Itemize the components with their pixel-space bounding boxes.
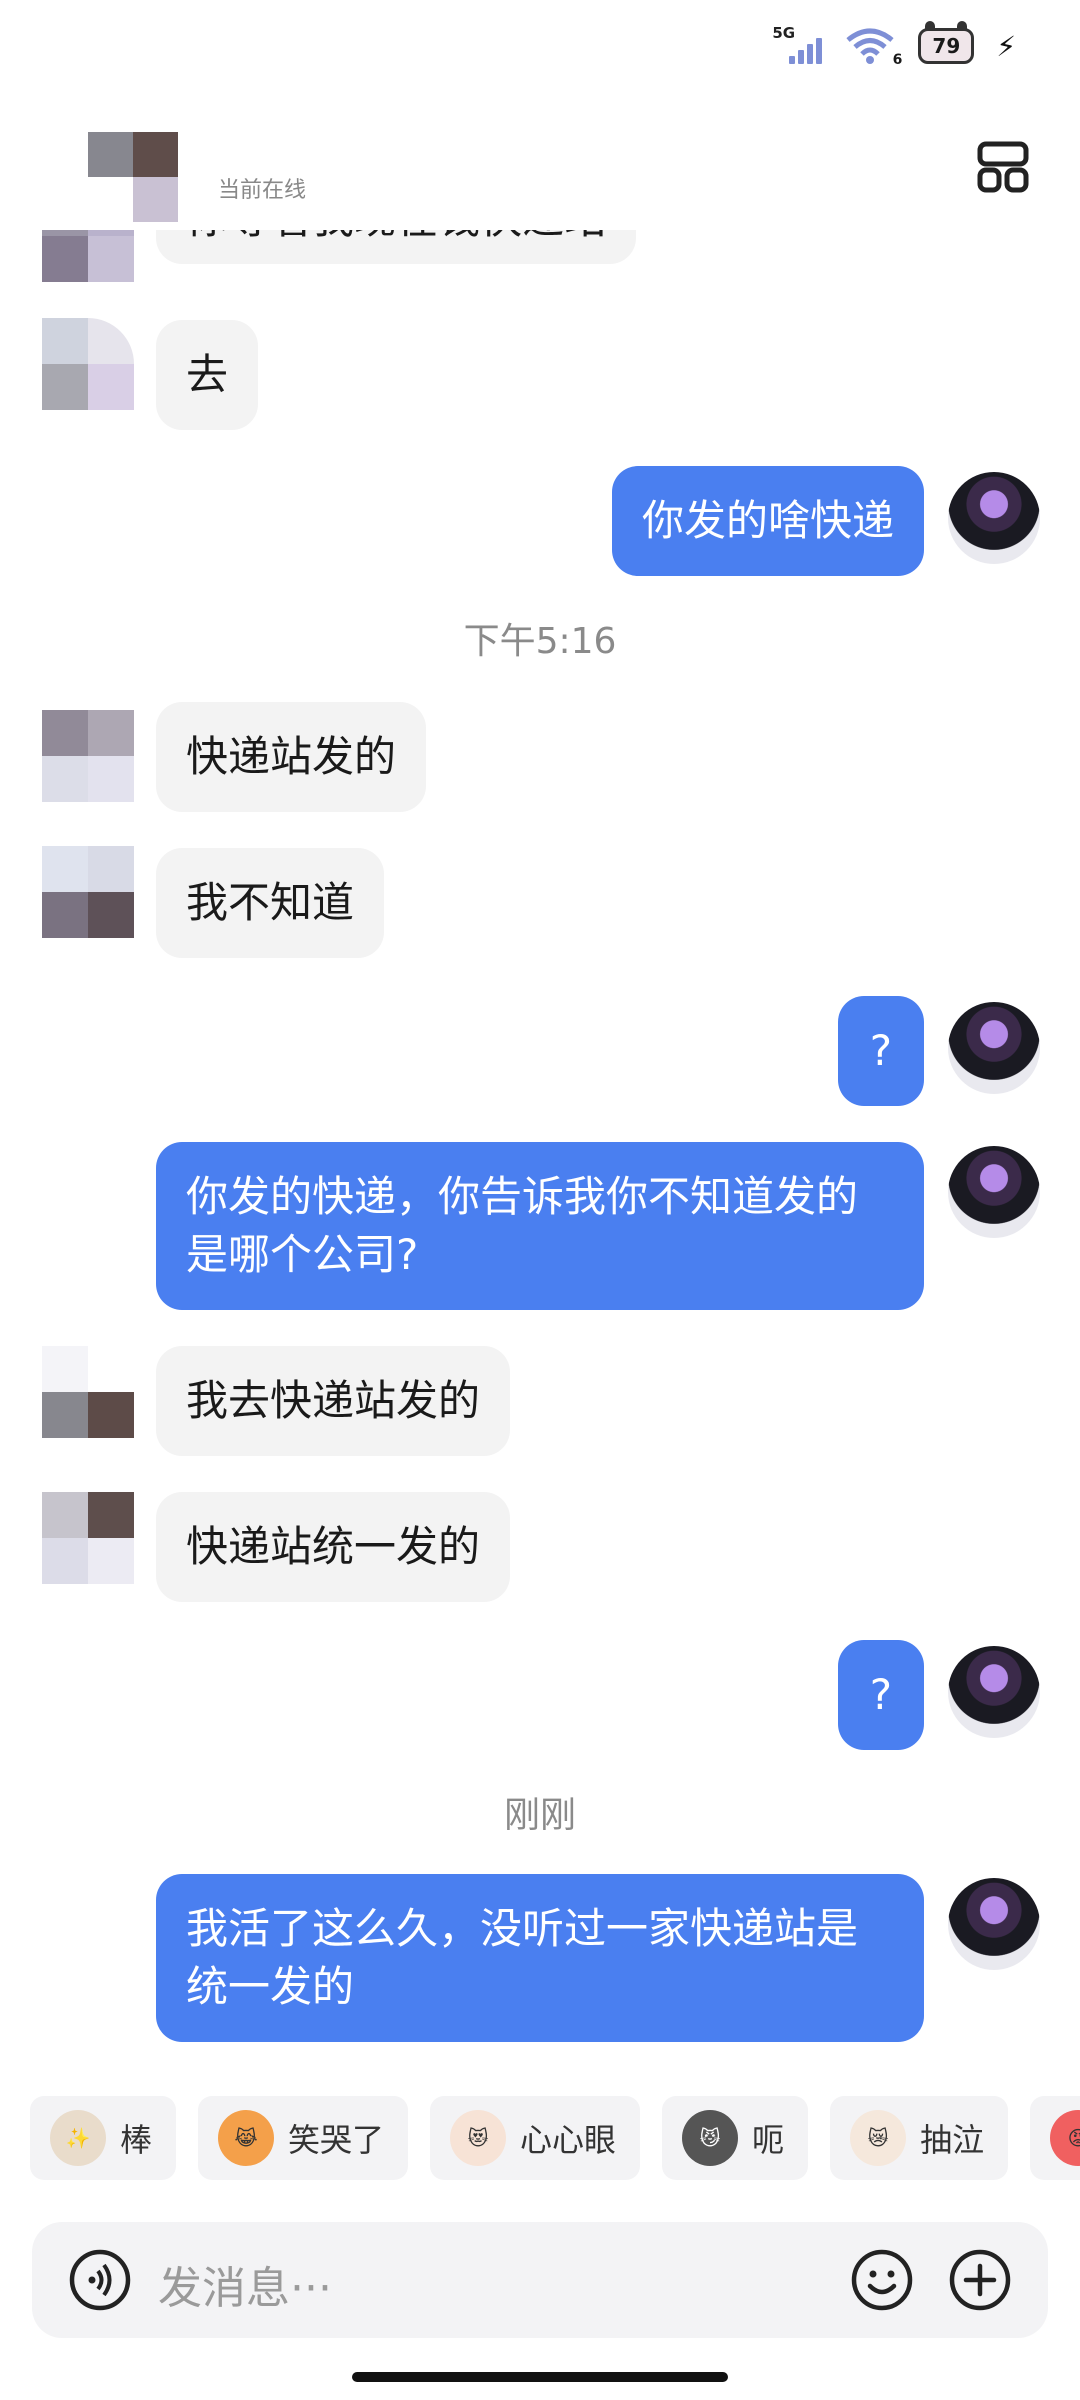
quick-reply-chip[interactable]: 😻 心心眼 [430, 2096, 641, 2180]
quick-reply-label: 心心眼 [520, 2121, 617, 2159]
timestamp: 下午5:16 [463, 621, 617, 662]
voice-input-icon[interactable] [68, 2248, 132, 2312]
quick-reply-chip[interactable]: 😡 [1030, 2096, 1080, 2180]
quick-reply-label: 棒 [120, 2121, 153, 2159]
message-bubble[interactable]: 我去快递站发的 [156, 1346, 511, 1456]
message-input-bar: 发消息··· [32, 2222, 1048, 2338]
message-bubble[interactable]: 你发的啥快递 [611, 466, 924, 576]
quick-reply-label: 呃 [752, 2121, 785, 2159]
my-avatar[interactable] [948, 1146, 1040, 1238]
my-avatar[interactable] [948, 1002, 1040, 1094]
message-list[interactable]: 你等着我现在钱快递站 去 你发的啥快递 下午5:16 快递站发的 我不知道 ? … [0, 0, 1080, 2090]
contact-avatar[interactable] [42, 1492, 134, 1584]
timestamp: 刚刚 [503, 1795, 576, 1836]
quick-reply-chip[interactable]: 😼 呃 [662, 2096, 809, 2180]
cat-heart-eyes-icon: 😻 [450, 2110, 507, 2166]
cat-awkward-icon: 😼 [682, 2110, 739, 2166]
cat-sob-icon: 😿 [850, 2110, 907, 2166]
quick-reply-chip[interactable]: ✨ 棒 [30, 2096, 177, 2180]
cat-sparkle-icon: ✨ [50, 2110, 106, 2166]
cat-laugh-cry-icon: 😹 [218, 2110, 275, 2166]
message-bubble[interactable]: 去 [156, 320, 259, 430]
message-input[interactable]: 发消息··· [158, 2252, 332, 2316]
quick-reply-chip[interactable]: 😹 笑哭了 [198, 2096, 409, 2180]
quick-reply-bar[interactable]: ✨ 棒 😹 笑哭了 😻 心心眼 😼 呃 😿 抽泣 😡 [30, 2096, 1080, 2180]
message-bubble[interactable]: 我活了这么久，没听过一家快递站是统一发的 [156, 1874, 924, 2042]
quick-reply-label: 笑哭了 [288, 2121, 385, 2159]
message-bubble[interactable]: 我不知道 [156, 848, 385, 958]
message-bubble[interactable]: 快递站发的 [156, 702, 427, 812]
contact-avatar[interactable] [42, 1346, 134, 1438]
contact-avatar[interactable] [42, 710, 134, 802]
quick-reply-chip[interactable]: 😿 抽泣 [830, 2096, 1009, 2180]
contact-header-avatar[interactable] [88, 132, 178, 222]
message-bubble[interactable]: 快递站统一发的 [156, 1492, 511, 1602]
message-bubble[interactable]: ? [837, 1640, 924, 1750]
add-attachment-icon[interactable] [948, 2248, 1012, 2312]
quick-reply-label: 抽泣 [920, 2121, 985, 2159]
contact-avatar[interactable] [42, 846, 134, 938]
chat-header: 当前在线 [0, 110, 1080, 230]
more-menu-icon[interactable] [976, 140, 1030, 194]
home-indicator[interactable] [352, 2372, 728, 2382]
contact-avatar[interactable] [42, 318, 134, 410]
message-bubble[interactable]: 你发的快递，你告诉我你不知道发的是哪个公司? [156, 1142, 924, 1310]
online-status: 当前在线 [218, 178, 307, 203]
emoji-picker-icon[interactable] [850, 2248, 914, 2312]
my-avatar[interactable] [948, 1878, 1040, 1970]
message-bubble[interactable]: ? [837, 996, 924, 1106]
my-avatar[interactable] [948, 1646, 1040, 1738]
my-avatar[interactable] [948, 472, 1040, 564]
emoji-icon: 😡 [1050, 2110, 1080, 2166]
